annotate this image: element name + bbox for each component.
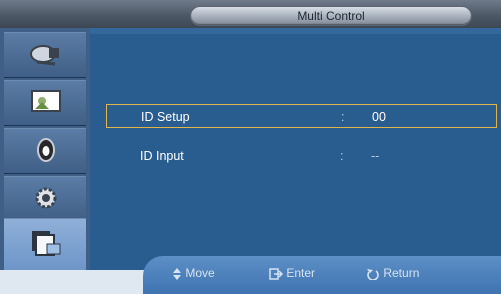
menu-item-id-input[interactable]: ID Input : --	[106, 144, 497, 168]
help-move-label: Move	[185, 266, 215, 280]
title-pill: Multi Control	[190, 6, 472, 26]
panel-top-border	[90, 28, 501, 34]
menu-item-label: ID Input	[140, 149, 184, 163]
menu-item-id-setup[interactable]: ID Setup : 00	[106, 104, 497, 128]
sidebar-item-satellite[interactable]	[4, 32, 86, 78]
sidebar	[0, 28, 90, 272]
help-return-label: Return	[383, 266, 420, 280]
menu-item-value: 00	[372, 110, 386, 124]
help-return: Return	[366, 266, 420, 281]
gear-icon	[35, 187, 57, 209]
satellite-dish-icon	[30, 45, 59, 66]
osd-window: Multi Control ID Setup: 00 ID Input: -…	[0, 0, 501, 294]
menu-item-separator: :	[341, 110, 345, 124]
menu-item-label: ID Setup	[141, 110, 190, 124]
title-bar: Multi Control	[0, 0, 501, 28]
help-move: Move	[172, 266, 215, 280]
return-icon	[367, 268, 379, 281]
move-arrows-icon	[173, 267, 181, 280]
speaker-icon	[37, 138, 55, 162]
menu-item-value: --	[371, 149, 380, 163]
picture-icon	[31, 90, 61, 112]
page-title: Multi Control	[297, 9, 365, 23]
sidebar-item-sound[interactable]	[4, 128, 86, 174]
sidebar-item-multi-control[interactable]	[4, 218, 86, 272]
multi-window-icon	[32, 231, 61, 256]
enter-icon	[269, 268, 284, 280]
sidebar-item-setup[interactable]	[4, 176, 86, 222]
sidebar-item-picture[interactable]	[4, 80, 86, 126]
help-enter: Enter	[269, 266, 315, 280]
menu-item-separator: :	[340, 149, 344, 163]
help-enter-label: Enter	[286, 266, 316, 280]
